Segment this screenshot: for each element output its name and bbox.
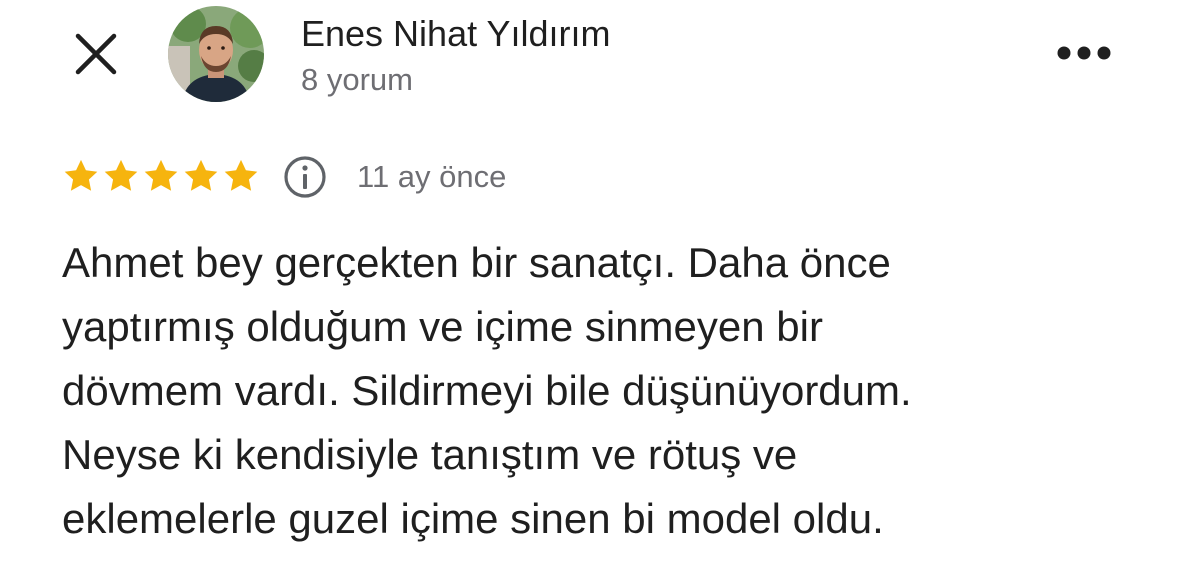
- review-text-line: Ahmet bey gerçekten bir sanatçı. Daha ön…: [62, 239, 891, 286]
- review-text-line: eklemelerle guzel içime sinen bi model o…: [62, 495, 884, 542]
- user-avatar-photo: [168, 6, 264, 102]
- star-icon: [104, 159, 138, 191]
- review-text-line: dövmem vardı. Sildirmeyi bile düşünüyord…: [62, 367, 912, 414]
- review-text-line: yaptırmış olduğum ve içime sinmeyen bir: [62, 303, 823, 350]
- reviewer-review-count: 8 yorum: [301, 62, 413, 97]
- review-text-line: Neyse ki kendisiyle tanıştım ve rötuş ve: [62, 431, 798, 478]
- more-options-button[interactable]: [1056, 38, 1112, 68]
- review-info-button[interactable]: [283, 155, 327, 199]
- more-horizontal-icon: [1057, 46, 1111, 60]
- star-icon: [184, 159, 218, 191]
- close-button[interactable]: [72, 30, 120, 78]
- info-icon: [284, 156, 326, 198]
- star-icon: [64, 159, 98, 191]
- reviewer-name[interactable]: Enes Nihat Yıldırım: [301, 12, 610, 56]
- avatar[interactable]: [168, 6, 264, 102]
- star-icon: [224, 159, 258, 191]
- star-rating: [62, 157, 260, 197]
- review-text: Ahmet bey gerçekten bir sanatçı. Daha ön…: [62, 231, 1162, 551]
- star-icon: [144, 159, 178, 191]
- close-icon: [75, 33, 117, 75]
- review-time: 11 ay önce: [357, 159, 507, 194]
